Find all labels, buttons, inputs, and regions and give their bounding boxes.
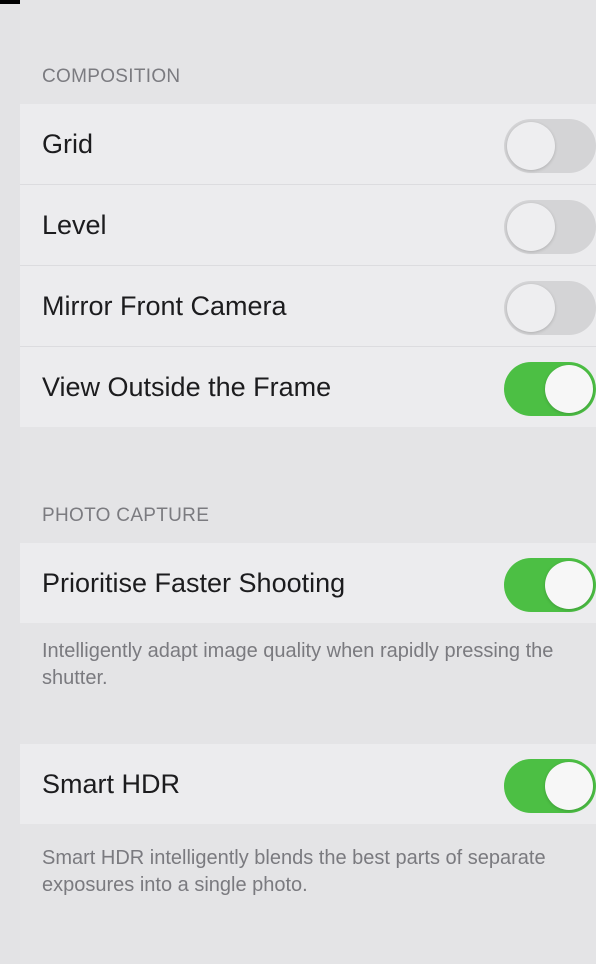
toggle-knob: [507, 203, 555, 251]
smart-hdr-description: Smart HDR intelligently blends the best …: [42, 847, 546, 896]
toggle-knob: [545, 561, 593, 609]
prioritise-faster-shooting-toggle[interactable]: [504, 558, 596, 612]
smart-hdr-group: Smart HDR: [20, 744, 596, 824]
smart-hdr-row[interactable]: Smart HDR: [20, 744, 596, 824]
grid-label: Grid: [42, 129, 94, 159]
level-toggle[interactable]: [504, 200, 596, 254]
smart-hdr-label: Smart HDR: [42, 769, 181, 799]
toggle-knob: [507, 122, 555, 170]
mirror-front-camera-label: Mirror Front Camera: [42, 291, 287, 321]
toggle-knob: [545, 762, 593, 810]
faster-shooting-group: Prioritise Faster Shooting: [20, 543, 596, 623]
grid-row[interactable]: Grid: [20, 104, 596, 185]
composition-group: Grid Level Mirror Front Camera View Outs…: [20, 104, 596, 427]
toggle-knob: [545, 365, 593, 413]
mirror-front-camera-toggle[interactable]: [504, 281, 596, 335]
view-outside-frame-toggle[interactable]: [504, 362, 596, 416]
toggle-knob: [507, 284, 555, 332]
faster-shooting-description: Intelligently adapt image quality when r…: [42, 640, 554, 689]
prioritise-faster-shooting-row[interactable]: Prioritise Faster Shooting: [20, 543, 596, 623]
smart-hdr-toggle[interactable]: [504, 759, 596, 813]
prioritise-faster-shooting-label: Prioritise Faster Shooting: [42, 568, 346, 598]
photo-capture-section-header: PHOTO CAPTURE: [42, 505, 210, 526]
camera-settings-screen: COMPOSITION Grid Level Mirror Front Came…: [20, 0, 596, 964]
mirror-front-camera-row[interactable]: Mirror Front Camera: [20, 266, 596, 347]
level-label: Level: [42, 210, 107, 240]
view-outside-frame-label: View Outside the Frame: [42, 372, 332, 402]
grid-toggle[interactable]: [504, 119, 596, 173]
level-row[interactable]: Level: [20, 185, 596, 266]
view-outside-frame-row[interactable]: View Outside the Frame: [20, 347, 596, 427]
composition-section-header: COMPOSITION: [42, 66, 181, 87]
